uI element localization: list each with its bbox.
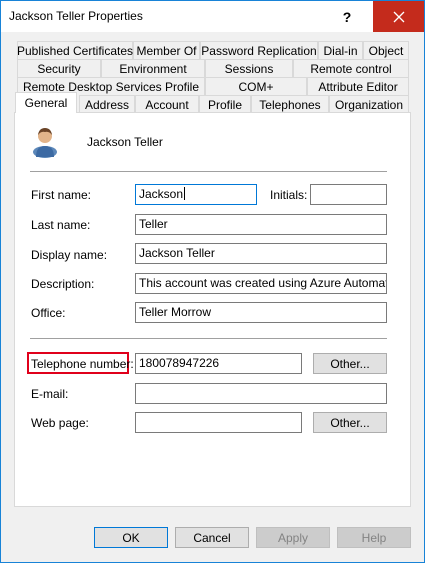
last-name-label: Last name: (31, 218, 91, 232)
tab-remote-control[interactable]: Remote control (293, 59, 409, 77)
webpage-label: Web page: (31, 416, 89, 430)
tab-account[interactable]: Account (135, 95, 199, 113)
tab-organization[interactable]: Organization (329, 95, 409, 113)
header-separator (30, 171, 387, 172)
webpage-other-button[interactable]: Other... (313, 412, 387, 433)
tab-general[interactable]: General (15, 92, 77, 113)
description-input[interactable]: This account was created using Azure Aut… (135, 273, 387, 294)
tab-published-certificates[interactable]: Published Certificates (17, 41, 133, 59)
tab-object[interactable]: Object (363, 41, 409, 59)
text-caret (184, 187, 186, 200)
close-button[interactable] (373, 1, 424, 32)
tab-com-plus[interactable]: COM+ (205, 77, 307, 95)
email-input[interactable] (135, 383, 387, 404)
tab-sessions[interactable]: Sessions (205, 59, 293, 77)
help-button[interactable]: Help (337, 527, 411, 548)
initials-label: Initials: (270, 188, 308, 202)
email-label: E-mail: (31, 387, 69, 401)
webpage-input[interactable] (135, 412, 302, 433)
user-icon (33, 128, 57, 158)
last-name-input[interactable]: Teller (135, 214, 387, 235)
user-display-name: Jackson Teller (87, 135, 163, 149)
tab-profile[interactable]: Profile (199, 95, 251, 113)
properties-dialog: Jackson Teller Properties ? Published Ce… (0, 0, 425, 563)
display-name-label: Display name: (31, 248, 108, 262)
tab-dial-in[interactable]: Dial-in (318, 41, 363, 59)
description-label: Description: (31, 277, 95, 291)
display-name-input[interactable]: Jackson Teller (135, 243, 387, 264)
contact-separator (30, 338, 387, 339)
office-input[interactable]: Teller Morrow (135, 302, 387, 323)
office-label: Office: (31, 306, 66, 320)
ok-button[interactable]: OK (94, 527, 168, 548)
window-title: Jackson Teller Properties (9, 9, 143, 23)
tab-attribute-editor[interactable]: Attribute Editor (307, 77, 409, 95)
telephone-input[interactable]: 180078947226 (135, 353, 302, 374)
title-bar[interactable]: Jackson Teller Properties ? (1, 1, 424, 32)
close-icon (393, 11, 404, 22)
first-name-label: First name: (31, 188, 92, 202)
help-icon: ? (342, 8, 352, 25)
tab-security[interactable]: Security (17, 59, 101, 77)
general-tab-panel: Jackson Teller First name: Jackson Initi… (14, 112, 411, 507)
tab-telephones[interactable]: Telephones (251, 95, 329, 113)
telephone-label: Telephone number: (31, 357, 134, 371)
cancel-button[interactable]: Cancel (175, 527, 249, 548)
tab-address[interactable]: Address (79, 95, 135, 113)
tab-member-of[interactable]: Member Of (133, 41, 200, 59)
initials-input[interactable] (310, 184, 387, 205)
telephone-other-button[interactable]: Other... (313, 353, 387, 374)
first-name-input[interactable]: Jackson (135, 184, 257, 205)
help-title-button[interactable]: ? (324, 1, 370, 32)
apply-button[interactable]: Apply (256, 527, 330, 548)
tab-environment[interactable]: Environment (101, 59, 205, 77)
tab-password-replication[interactable]: Password Replication (200, 41, 318, 59)
